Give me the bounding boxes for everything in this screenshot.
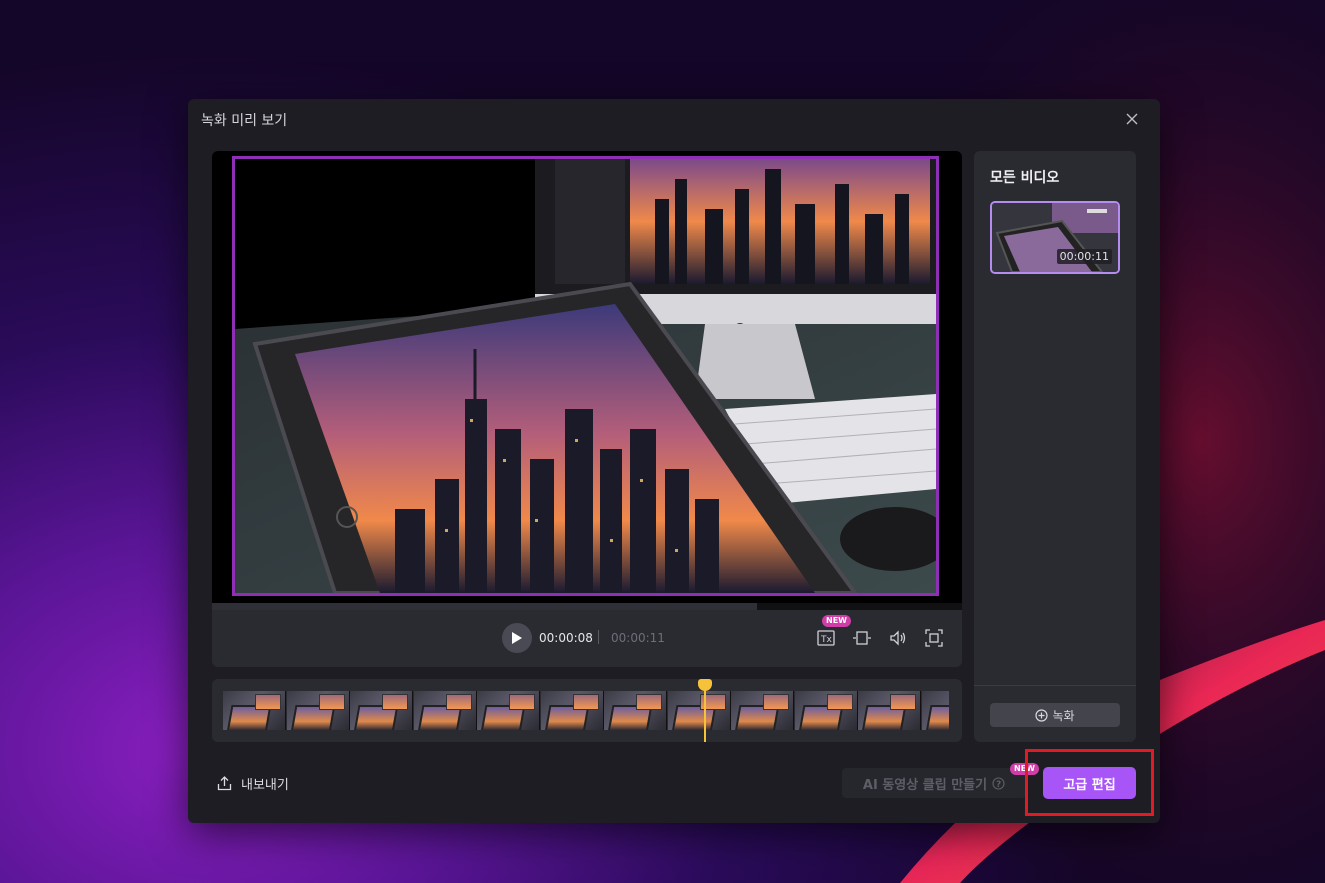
timeline-thumbnail: [413, 691, 477, 730]
video-player: 00:00:08 00:00:11 Tx NEW: [212, 151, 962, 667]
video-area[interactable]: [212, 151, 962, 603]
ai-clip-label: AI 동영상 클립 만들기: [862, 777, 988, 793]
video-content-image: [235, 159, 936, 593]
timeline[interactable]: [212, 679, 962, 742]
video-list-title: 모든 비디오: [990, 170, 1060, 186]
export-label: 내보내기: [241, 778, 289, 793]
timeline-thumbnail: [477, 691, 540, 730]
caption-button[interactable]: Tx: [815, 627, 837, 649]
fullscreen-icon: [925, 629, 943, 647]
timeline-thumbnail: [921, 691, 949, 730]
help-icon: ?: [992, 776, 1005, 790]
record-label: 녹화: [1052, 708, 1075, 723]
panel-divider: [974, 685, 1136, 686]
svg-text:?: ?: [996, 780, 1001, 790]
fullscreen-button[interactable]: [923, 627, 945, 649]
advanced-edit-button[interactable]: 고급 편집: [1043, 767, 1136, 799]
playhead-handle[interactable]: [697, 679, 712, 691]
share-icon: [217, 776, 232, 791]
timeline-thumbnails: [223, 691, 949, 730]
record-button[interactable]: 녹화: [990, 703, 1120, 727]
time-separator: [598, 630, 599, 644]
progress-fill: [212, 603, 758, 610]
video-duration: 00:00:11: [1056, 249, 1112, 264]
timeline-thumbnail: [667, 691, 731, 730]
recording-preview-dialog: 녹화 미리 보기 00:00:08 00:00:11 Tx NEW 모든 비디오…: [188, 99, 1160, 823]
timeline-thumbnail: [794, 691, 858, 730]
caption-icon: Tx: [817, 630, 835, 646]
crop-button[interactable]: [851, 627, 873, 649]
total-time: 00:00:11: [611, 631, 665, 645]
play-button[interactable]: [502, 623, 532, 653]
timeline-thumbnail: [350, 691, 413, 730]
timeline-thumbnail: [731, 691, 794, 730]
timeline-thumbnail: [858, 691, 921, 730]
ai-clip-button[interactable]: AI 동영상 클립 만들기 ?: [842, 768, 1026, 798]
video-frame: [232, 156, 939, 596]
plus-circle-icon: [1035, 708, 1049, 722]
current-time: 00:00:08: [539, 631, 593, 645]
timeline-thumbnail: [223, 691, 286, 730]
playhead[interactable]: [697, 679, 712, 742]
close-button[interactable]: [1122, 109, 1142, 129]
timeline-thumbnail: [286, 691, 350, 730]
caption-new-badge: NEW: [822, 615, 851, 627]
crop-icon: [853, 631, 871, 645]
export-button[interactable]: 내보내기: [217, 774, 289, 793]
video-thumbnail[interactable]: 00:00:11: [990, 201, 1120, 274]
volume-button[interactable]: [887, 627, 909, 649]
progress-bar[interactable]: [212, 603, 962, 610]
dialog-title: 녹화 미리 보기: [201, 113, 288, 129]
timeline-thumbnail: [540, 691, 604, 730]
ai-new-badge: NEW: [1010, 763, 1039, 775]
close-icon: [1126, 113, 1138, 125]
player-controls: 00:00:08 00:00:11 Tx NEW: [212, 610, 962, 667]
timeline-thumbnail: [604, 691, 667, 730]
play-icon: [512, 632, 522, 644]
video-list-panel: 모든 비디오 00:00:11 녹화: [974, 151, 1136, 742]
svg-text:Tx: Tx: [820, 635, 832, 645]
volume-icon: [890, 630, 906, 646]
